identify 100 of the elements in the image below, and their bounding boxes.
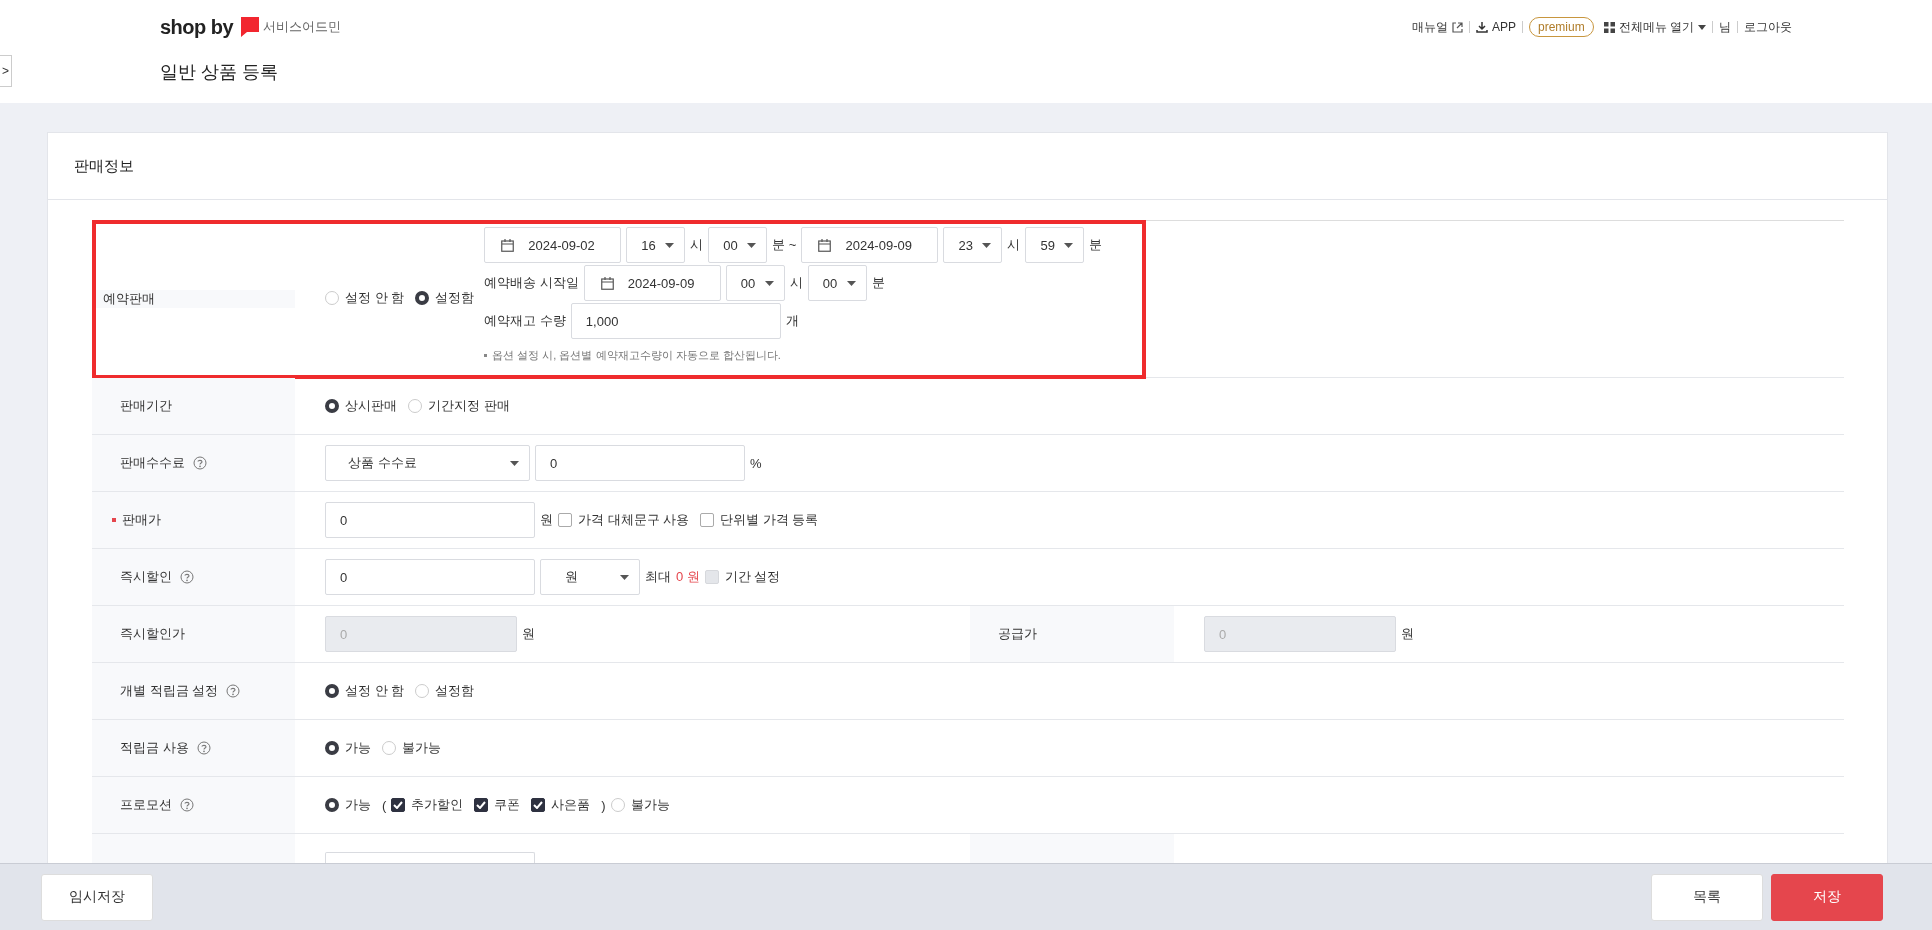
field-label: 시 <box>690 236 704 254</box>
field-label: 분 ~ <box>772 236 797 254</box>
date-field[interactable]: 2024-09-09 <box>801 227 939 263</box>
caret-icon <box>510 460 519 466</box>
field-label: ) <box>601 797 606 813</box>
check-icon <box>533 801 544 809</box>
calendar-icon <box>501 238 515 252</box>
radio-option[interactable]: 불가능 <box>382 739 441 757</box>
grid-icon <box>1603 21 1615 33</box>
amount-text: 0 원 <box>676 568 700 586</box>
manual-link[interactable]: 매뉴얼 <box>1411 18 1463 36</box>
calendar-icon <box>818 238 832 252</box>
checkbox-option[interactable]: 추가할인 <box>391 796 464 814</box>
check-icon <box>393 801 404 809</box>
checkbox[interactable] <box>700 513 715 527</box>
help-note: 옵션 설정 시, 옵션별 예약재고수량이 자동으로 합산됩니다. <box>492 347 781 363</box>
caret-icon <box>1064 242 1074 248</box>
input-field[interactable]: 0 <box>325 502 535 538</box>
field-label: 원 <box>540 511 553 529</box>
select-field[interactable]: 00 <box>725 265 785 301</box>
field-label: 원 <box>1401 625 1414 643</box>
checkbox-option[interactable]: 쿠폰 <box>474 796 521 814</box>
download-icon <box>1475 21 1488 33</box>
input-field[interactable]: 1,000 <box>570 303 781 339</box>
select-field[interactable]: 23 <box>943 227 1003 263</box>
date-field[interactable]: 2024-09-09 <box>583 265 721 301</box>
input-field[interactable]: 0 <box>325 559 535 595</box>
field-label: 예약배송 시작일 <box>484 274 579 292</box>
list-button[interactable]: 목록 <box>1651 873 1763 921</box>
logo-text: shop by <box>160 15 234 39</box>
logout-link[interactable]: 로그아웃 <box>1744 18 1792 36</box>
bullet-icon <box>484 353 488 357</box>
check-icon <box>476 801 487 809</box>
field-label: 분 <box>871 274 885 292</box>
field-name: 판매가 <box>112 511 161 529</box>
field-label: 시 <box>789 274 803 292</box>
radio-option[interactable]: 상시판매 <box>325 397 397 415</box>
select-field[interactable]: 원 <box>540 559 640 595</box>
caret-icon <box>1698 24 1706 30</box>
caret-icon <box>620 574 629 580</box>
section-title: 판매정보 <box>74 156 134 176</box>
radio-option[interactable]: 가능 <box>325 796 371 814</box>
field-label: 예약재고 수량 <box>484 312 566 330</box>
field-name: 즉시할인가 <box>120 625 185 643</box>
app-link[interactable]: APP <box>1475 20 1516 34</box>
field-label: % <box>750 455 762 471</box>
radio-option[interactable]: 설정함 <box>415 289 475 307</box>
field-label: 분 <box>1089 236 1103 254</box>
input-field[interactable]: 0 <box>535 445 745 481</box>
field-name: 즉시할인 <box>120 568 172 586</box>
external-link-icon <box>1451 21 1463 33</box>
radio-option[interactable]: 불가능 <box>610 796 670 814</box>
field-label: 개 <box>785 312 799 330</box>
radio-button[interactable] <box>325 741 339 755</box>
radio-button[interactable] <box>325 684 339 698</box>
select-field[interactable]: 00 <box>708 227 768 263</box>
field-name: 판매기간 <box>120 397 172 415</box>
caret-icon <box>846 280 856 286</box>
save-button[interactable]: 저장 <box>1771 873 1883 921</box>
checkbox[interactable] <box>391 798 406 812</box>
checkbox[interactable] <box>474 798 489 812</box>
checkbox-option[interactable]: 가격 대체문구 사용 <box>558 511 690 529</box>
user-name: 님 <box>1719 18 1731 36</box>
flag-icon <box>241 17 260 37</box>
input-field: 0 <box>1204 616 1396 652</box>
field-name: 프로모션 <box>120 796 172 814</box>
radio-option[interactable]: 설정 안 함 <box>325 289 405 307</box>
field-name: 적립금 사용 <box>120 739 189 757</box>
checkbox[interactable] <box>531 798 546 812</box>
calendar-icon <box>600 276 614 290</box>
caret-icon <box>982 242 992 248</box>
radio-option[interactable]: 설정함 <box>415 682 475 700</box>
radio-button[interactable] <box>415 291 430 305</box>
caret-icon <box>665 242 675 248</box>
caret-icon <box>764 280 774 286</box>
radio-button[interactable] <box>325 798 339 812</box>
logo-subtitle: 서비스어드민 <box>263 18 342 36</box>
field-label: ( <box>382 797 387 813</box>
field-label: 원 <box>522 625 535 643</box>
checkbox-option[interactable]: 사은품 <box>531 796 591 814</box>
field-name: 공급가 <box>998 625 1037 643</box>
field-name: 개별 적립금 설정 <box>120 682 219 700</box>
field-name: 예약판매 <box>103 290 155 308</box>
radio-option[interactable]: 설정 안 함 <box>325 682 405 700</box>
select-field[interactable]: 00 <box>807 265 867 301</box>
sidebar-toggle-button[interactable]: > <box>0 55 12 87</box>
radio-button[interactable] <box>325 399 339 413</box>
radio-option[interactable]: 기간지정 판매 <box>408 397 510 415</box>
select-field[interactable]: 59 <box>1025 227 1085 263</box>
checkbox[interactable] <box>558 513 572 527</box>
select-field[interactable]: 상품 수수료 <box>325 445 530 481</box>
checkbox-option[interactable]: 단위별 가격 등록 <box>700 511 819 529</box>
temp-save-button[interactable]: 임시저장 <box>41 873 153 921</box>
radio-option[interactable]: 가능 <box>325 739 371 757</box>
select-field[interactable]: 16 <box>626 227 686 263</box>
field-name: 판매수수료 <box>120 454 185 472</box>
date-field[interactable]: 2024-09-02 <box>484 227 622 263</box>
field-label: 최대 <box>645 568 671 586</box>
all-menu-link[interactable]: 전체메뉴 열기 <box>1603 18 1706 36</box>
input-field: 0 <box>325 616 517 652</box>
